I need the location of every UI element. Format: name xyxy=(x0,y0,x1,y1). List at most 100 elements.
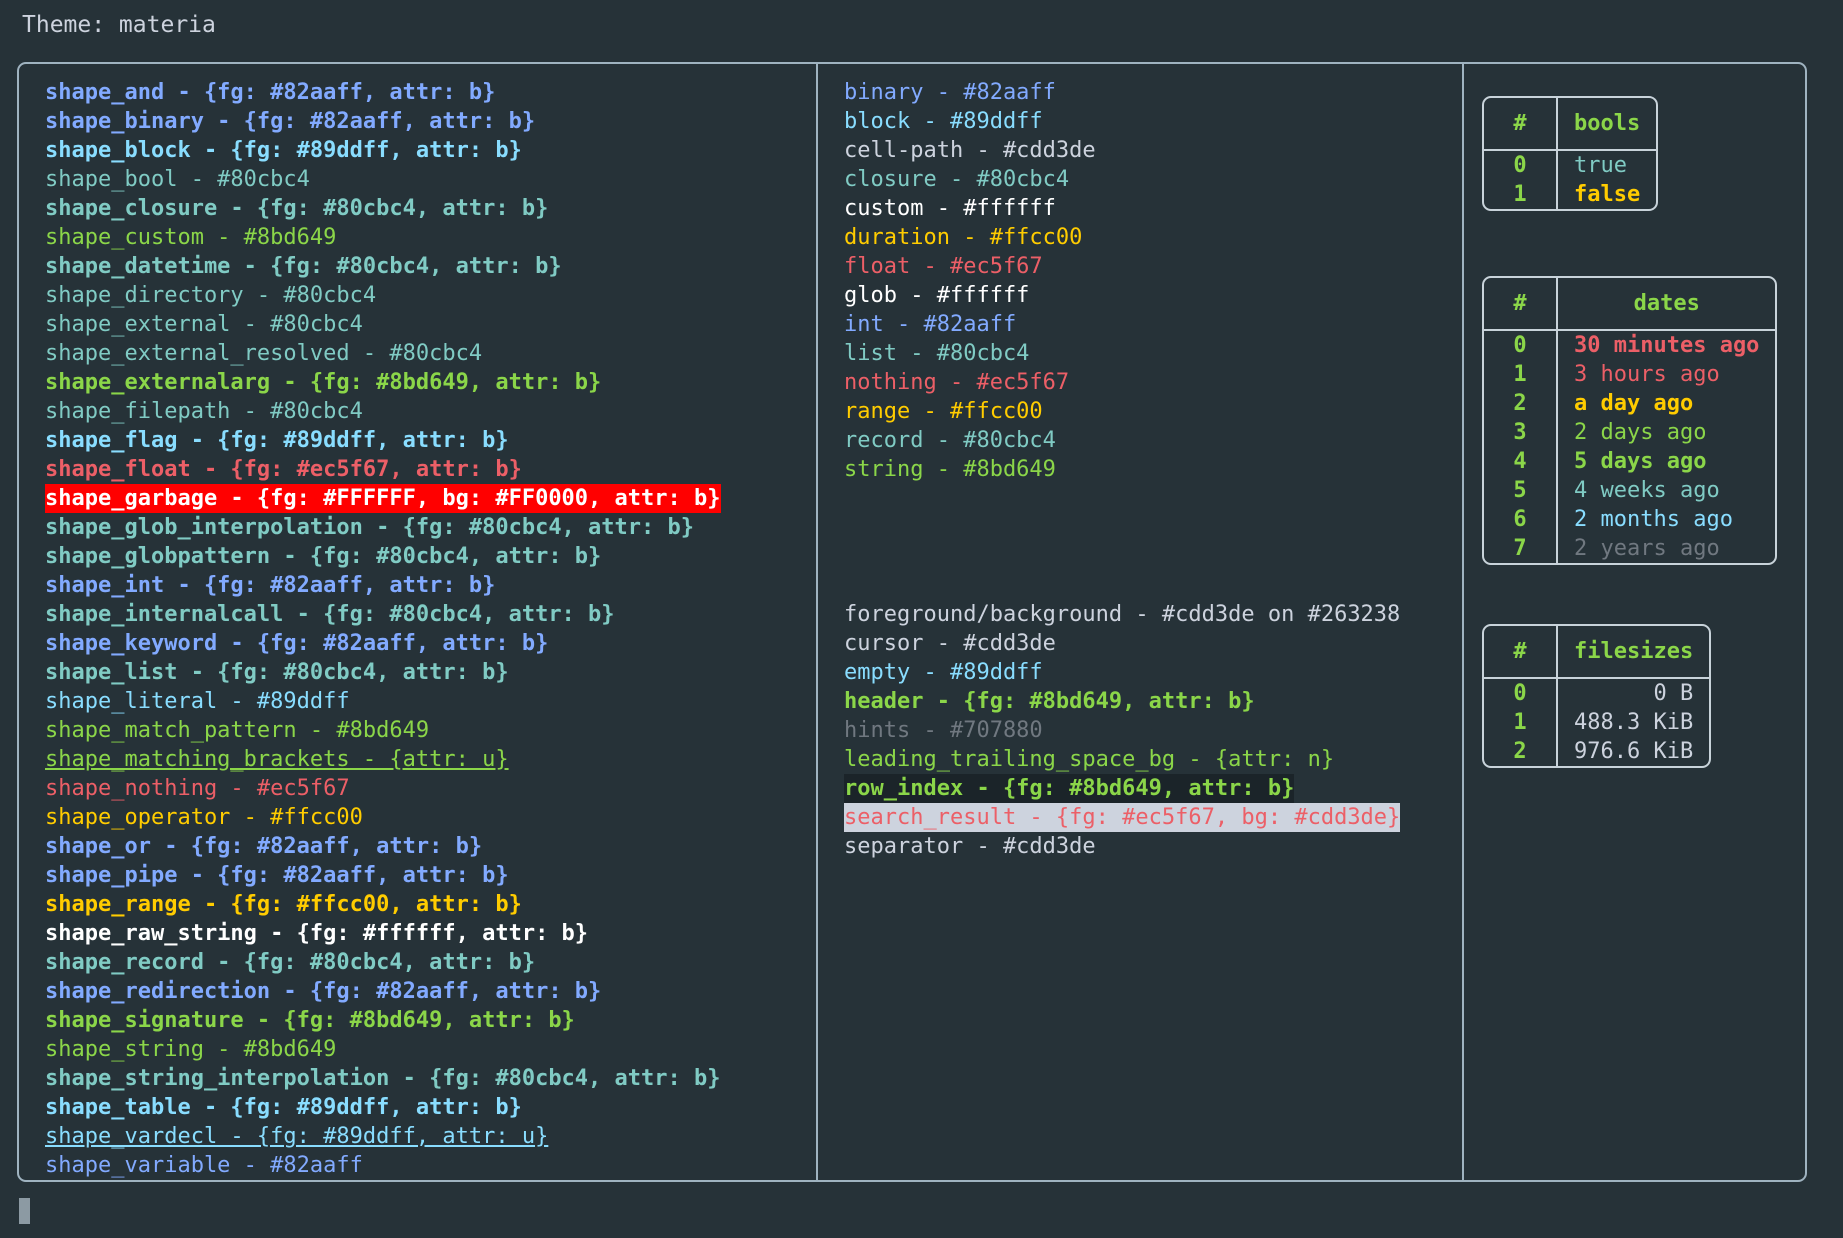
shape-entry: shape_matching_brackets - {attr: u} xyxy=(45,747,509,772)
shape-entry: shape_variable - #82aaff xyxy=(45,1153,363,1178)
shape-entry: shape_keyword - {fg: #82aaff, attr: b} xyxy=(45,631,549,656)
row-value-cell: 2 years ago xyxy=(1574,536,1720,561)
type-entry: binary - #82aaff xyxy=(844,80,1056,105)
row-index-cell: 0 xyxy=(1484,330,1558,360)
table-row: 2 a day ago xyxy=(1484,389,1775,418)
type-entry: cell-path - #cdd3de xyxy=(844,138,1096,163)
type-entry: duration - #ffcc00 xyxy=(844,225,1083,250)
shape-entry: shape_filepath - #80cbc4 xyxy=(45,399,363,424)
shape-entry: shape_raw_string - {fg: #ffffff, attr: b… xyxy=(45,921,589,946)
shape-entry: shape_block - {fg: #89ddff, attr: b} xyxy=(45,138,522,163)
shapes-column: shape_and - {fg: #82aaff, attr: b} shape_… xyxy=(19,64,816,1180)
row-value-cell: true xyxy=(1574,153,1627,178)
bools-col-value: bools xyxy=(1557,98,1657,151)
table-row: 0 30 minutes ago xyxy=(1484,330,1775,360)
shape-entry: shape_external - #80cbc4 xyxy=(45,312,363,337)
row-index-cell: 5 xyxy=(1484,476,1558,505)
shape-entry: shape_signature - {fg: #8bd649, attr: b} xyxy=(45,1008,575,1033)
table-row: 5 4 weeks ago xyxy=(1484,476,1775,505)
ui-elements-list: foreground/background - #cdd3de on #2632… xyxy=(818,484,1462,861)
filesizes-table: # filesizes 0 0 B 1 488.3 KiB 2 976.6 KiB xyxy=(1482,624,1712,768)
row-value-cell: 976.6 KiB xyxy=(1574,739,1694,764)
shape-entry: shape_vardecl - {fg: #89ddff, attr: u} xyxy=(45,1124,549,1149)
terminal-screen: Theme: materia shape_and - {fg: #82aaff,… xyxy=(0,0,1843,1238)
table-row: 2 976.6 KiB xyxy=(1484,737,1709,766)
shape-entry: shape_match_pattern - #8bd649 xyxy=(45,718,430,743)
row-value-cell: 2 days ago xyxy=(1574,420,1707,445)
type-entry: block - #89ddff xyxy=(844,109,1043,134)
shape-entry: shape_nothing - #ec5f67 xyxy=(45,776,350,801)
row-index-cell: 3 xyxy=(1484,418,1558,447)
type-entry: float - #ec5f67 xyxy=(844,254,1043,279)
theme-preview-panel: shape_and - {fg: #82aaff, attr: b} shape_… xyxy=(17,62,1807,1182)
shape-entry: shape_and - {fg: #82aaff, attr: b} xyxy=(45,80,496,105)
table-row: 1 false xyxy=(1484,180,1656,209)
type-entry: glob - #ffffff xyxy=(844,283,1030,308)
table-header-row: # bools xyxy=(1484,98,1657,151)
table-row: 0 true xyxy=(1484,150,1656,180)
shape-entry: shape_redirection - {fg: #82aaff, attr: … xyxy=(45,979,602,1004)
row-index-cell: 0 xyxy=(1484,678,1558,708)
type-entry: closure - #80cbc4 xyxy=(844,167,1070,192)
shape-entry: shape_or - {fg: #82aaff, attr: b} xyxy=(45,834,483,859)
shape-entry: shape_float - {fg: #ec5f67, attr: b} xyxy=(45,457,522,482)
shape-entry: shape_glob_interpolation - {fg: #80cbc4,… xyxy=(45,515,695,540)
type-entry: string - #8bd649 xyxy=(844,457,1056,482)
row-index-cell: 1 xyxy=(1484,360,1558,389)
ui-element-entry: header - {fg: #8bd649, attr: b} xyxy=(844,689,1255,714)
shape-entry: shape_range - {fg: #ffcc00, attr: b} xyxy=(45,892,522,917)
shape-entry: shape_externalarg - {fg: #8bd649, attr: … xyxy=(45,370,602,395)
shape-entry: shape_record - {fg: #80cbc4, attr: b} xyxy=(45,950,536,975)
row-index-cell: 1 xyxy=(1484,180,1558,209)
table-row: 7 2 years ago xyxy=(1484,534,1775,563)
shape-entry: shape_operator - #ffcc00 xyxy=(45,805,363,830)
shape-entry: shape_globpattern - {fg: #80cbc4, attr: … xyxy=(45,544,602,569)
table-row: 6 2 months ago xyxy=(1484,505,1775,534)
table-row: 1 3 hours ago xyxy=(1484,360,1775,389)
row-index-cell: 2 xyxy=(1484,389,1558,418)
row-value-cell: 2 months ago xyxy=(1574,507,1733,532)
type-entry: range - #ffcc00 xyxy=(844,399,1043,424)
table-row: 0 0 B xyxy=(1484,678,1709,708)
bools-table: # bools 0 true 1 false xyxy=(1482,96,1659,211)
dates-col-index: # xyxy=(1484,278,1558,331)
page-title: Theme: materia xyxy=(22,12,216,38)
row-value-cell: 3 hours ago xyxy=(1574,362,1720,387)
row-value-cell: 488.3 KiB xyxy=(1574,710,1694,735)
shape-entry: shape_string_interpolation - {fg: #80cbc… xyxy=(45,1066,721,1091)
bools-col-index: # xyxy=(1484,98,1558,151)
shape-entry: shape_flag - {fg: #89ddff, attr: b} xyxy=(45,428,509,453)
shape-entry: shape_internalcall - {fg: #80cbc4, attr:… xyxy=(45,602,615,627)
row-index-cell: 6 xyxy=(1484,505,1558,534)
ui-element-entry: foreground/background - #cdd3de on #2632… xyxy=(844,602,1401,627)
row-index-cell: 7 xyxy=(1484,534,1558,563)
ui-element-entry: cursor - #cdd3de xyxy=(844,631,1056,656)
row-value-cell: 0 B xyxy=(1653,681,1694,706)
shape-entry: shape_external_resolved - #80cbc4 xyxy=(45,341,483,366)
ui-element-entry: search_result - {fg: #ec5f67, bg: #cdd3d… xyxy=(844,803,1401,832)
row-value-cell: a day ago xyxy=(1574,391,1694,416)
type-entry: list - #80cbc4 xyxy=(844,341,1030,366)
shape-entry: shape_list - {fg: #80cbc4, attr: b} xyxy=(45,660,509,685)
table-header-row: # dates xyxy=(1484,278,1776,331)
row-index-cell: 1 xyxy=(1484,708,1558,737)
shape-entry: shape_bool - #80cbc4 xyxy=(45,167,310,192)
shape-entry: shape_custom - #8bd649 xyxy=(45,225,337,250)
ui-element-entry: leading_trailing_space_bg - {attr: n} xyxy=(844,747,1335,772)
table-row: 1 488.3 KiB xyxy=(1484,708,1709,737)
tables-column: # bools 0 true 1 false # dates 0 30 minutes … xyxy=(1464,64,1805,1180)
shape-entry: shape_closure - {fg: #80cbc4, attr: b} xyxy=(45,196,549,221)
shape-entry: shape_literal - #89ddff xyxy=(45,689,350,714)
table-row: 3 2 days ago xyxy=(1484,418,1775,447)
ui-element-entry: separator - #cdd3de xyxy=(844,834,1096,859)
filesizes-col-value: filesizes xyxy=(1557,626,1710,679)
table-row: 4 5 days ago xyxy=(1484,447,1775,476)
table-header-row: # filesizes xyxy=(1484,626,1710,679)
shape-entry: shape_int - {fg: #82aaff, attr: b} xyxy=(45,573,496,598)
row-index-cell: 4 xyxy=(1484,447,1558,476)
dates-col-value: dates xyxy=(1557,278,1776,331)
